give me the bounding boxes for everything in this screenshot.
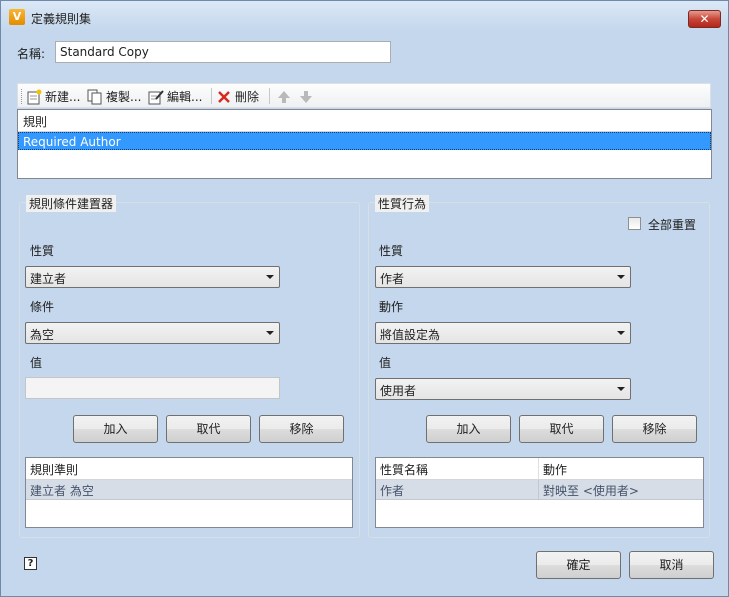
chevron-down-icon [617, 387, 625, 391]
edit-button[interactable]: 編輯... [148, 87, 202, 106]
table-row[interactable]: 作者 對映至 <使用者> [376, 480, 703, 500]
behavior-replace-button[interactable]: 取代 [519, 415, 604, 443]
close-button[interactable]: ✕ [688, 10, 721, 28]
behavior-property-label: 性質 [379, 244, 404, 258]
action-cell: 對映至 <使用者> [543, 484, 639, 498]
behavior-grid-header: 性質名稱 動作 [376, 458, 703, 480]
behavior-value-label: 值 [379, 356, 392, 370]
reset-all-label: 全部重置 [648, 218, 697, 232]
criteria-cell: 建立者 為空 [30, 484, 94, 498]
window-title: 定義規則集 [31, 12, 92, 26]
rules-toolbar: 新建... 複製... 編輯... 刪除 [17, 83, 711, 108]
behavior-value-combo[interactable]: 使用者 [375, 378, 631, 400]
behavior-value-value: 使用者 [380, 384, 417, 398]
condition-add-button[interactable]: 加入 [73, 415, 158, 443]
chevron-down-icon [617, 331, 625, 335]
behavior-grid[interactable]: 性質名稱 動作 作者 對映至 <使用者> [375, 457, 704, 528]
app-icon: V [9, 9, 25, 25]
move-up-button[interactable] [276, 87, 295, 106]
edit-icon [148, 89, 164, 105]
new-document-icon [26, 89, 42, 105]
name-label: 名稱: [17, 47, 46, 61]
action-column-header: 動作 [543, 463, 568, 477]
edit-button-label: 編輯... [167, 90, 203, 104]
delete-x-icon [216, 89, 232, 105]
property-name-column-header: 性質名稱 [376, 458, 539, 479]
chevron-down-icon [617, 275, 625, 279]
rules-list-header: 規則 [18, 110, 711, 132]
help-icon[interactable]: ? [24, 557, 37, 570]
condition-value-input[interactable] [25, 377, 280, 399]
criteria-grid[interactable]: 規則準則 建立者 為空 [25, 457, 353, 528]
cancel-button[interactable]: 取消 [629, 551, 714, 579]
property-label: 性質 [30, 244, 55, 258]
action-combo[interactable]: 將值設定為 [375, 322, 631, 344]
action-label: 動作 [379, 300, 404, 314]
copy-button-label: 複製... [106, 90, 142, 104]
criteria-grid-header: 規則準則 [26, 458, 352, 480]
toolbar-separator [211, 88, 212, 104]
condition-combo-value: 為空 [30, 328, 55, 342]
move-down-button[interactable] [298, 87, 317, 106]
value-label: 值 [30, 356, 43, 370]
chevron-down-icon [266, 275, 274, 279]
property-combo[interactable]: 建立者 [25, 266, 280, 288]
behavior-remove-button[interactable]: 移除 [612, 415, 697, 443]
condition-combo[interactable]: 為空 [25, 322, 280, 344]
ok-button[interactable]: 確定 [536, 551, 621, 579]
chevron-down-icon [266, 331, 274, 335]
name-input[interactable]: Standard Copy [55, 41, 391, 63]
behavior-property-combo[interactable]: 作者 [375, 266, 631, 288]
arrow-up-icon [276, 89, 292, 105]
rules-list[interactable]: 規則 Required Author [17, 109, 712, 179]
property-behavior-title: 性質行為 [375, 195, 430, 212]
action-combo-value: 將值設定為 [380, 328, 441, 342]
toolbar-separator [269, 88, 270, 104]
condition-replace-button[interactable]: 取代 [166, 415, 251, 443]
reset-all-checkbox[interactable] [628, 217, 641, 230]
criteria-column-header: 規則準則 [30, 463, 79, 477]
list-item[interactable]: Required Author [18, 132, 711, 150]
behavior-add-button[interactable]: 加入 [426, 415, 511, 443]
condition-remove-button[interactable]: 移除 [259, 415, 344, 443]
copy-button[interactable]: 複製... [87, 87, 141, 106]
toolbar-grip [21, 89, 24, 104]
delete-button[interactable]: 刪除 [216, 87, 259, 106]
delete-button-label: 刪除 [235, 90, 260, 104]
arrow-down-icon [298, 89, 314, 105]
new-button-label: 新建... [45, 90, 81, 104]
property-name-cell: 作者 [376, 480, 539, 499]
new-button[interactable]: 新建... [26, 87, 80, 106]
table-row[interactable]: 建立者 為空 [26, 480, 352, 500]
copy-icon [87, 89, 103, 105]
condition-label: 條件 [30, 300, 55, 314]
title-bar: V 定義規則集 ✕ [1, 1, 728, 31]
behavior-property-value: 作者 [380, 272, 405, 286]
property-combo-value: 建立者 [30, 272, 67, 286]
condition-builder-title: 規則條件建置器 [26, 195, 117, 212]
